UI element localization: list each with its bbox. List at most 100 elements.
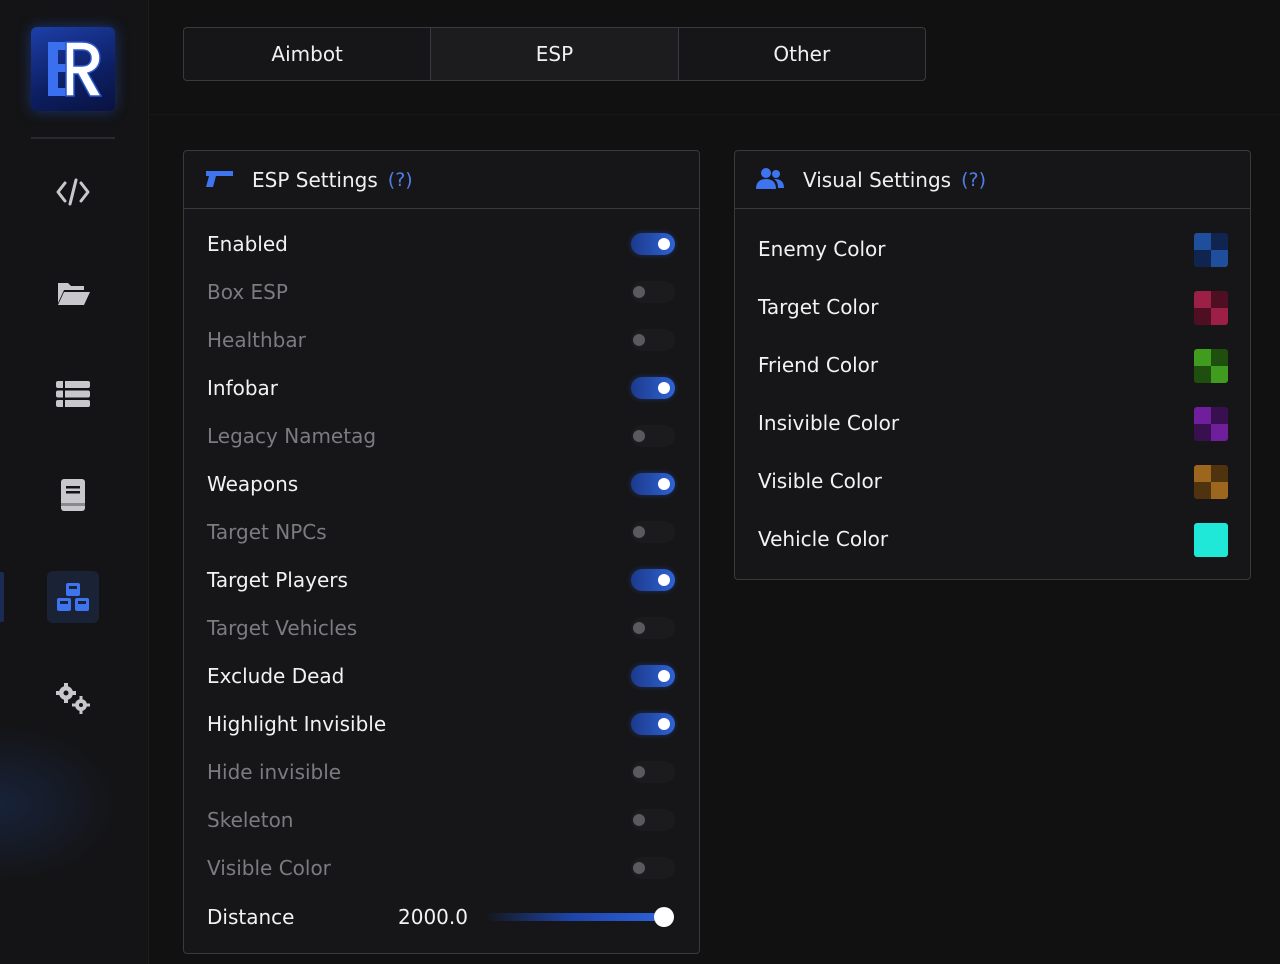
distance-slider-thumb[interactable] <box>654 907 674 927</box>
tab-aimbot[interactable]: Aimbot <box>184 28 432 80</box>
color-row-target-color: Target Color <box>735 278 1250 336</box>
toggle-knob <box>658 382 670 394</box>
esp-settings-header: ESP Settings (?) <box>184 151 699 209</box>
toggle-label: Target NPCs <box>207 520 327 544</box>
toggle-knob <box>633 526 645 538</box>
enabled-toggle[interactable] <box>631 233 675 255</box>
tab-esp[interactable]: ESP <box>431 28 679 80</box>
toggle-row-target-players: Target Players <box>184 556 699 604</box>
esp-settings-panel: ESP Settings (?) Enabled Box ESP Healthbar… <box>183 150 700 954</box>
weapons-toggle[interactable] <box>631 473 675 495</box>
exclude-dead-toggle[interactable] <box>631 665 675 687</box>
color-label: Friend Color <box>758 353 879 377</box>
toggle-row-skeleton: Skeleton <box>184 796 699 844</box>
insivible-color-swatch[interactable] <box>1194 407 1228 441</box>
color-label: Enemy Color <box>758 237 886 261</box>
toggle-label: Exclude Dead <box>207 664 345 688</box>
sidebar-item-cubes[interactable] <box>47 571 99 623</box>
list-icon <box>56 381 90 407</box>
tab-other[interactable]: Other <box>679 28 925 80</box>
toggle-label: Target Vehicles <box>207 616 358 640</box>
active-nav-indicator <box>0 572 4 622</box>
toggle-row-exclude-dead: Exclude Dead <box>184 652 699 700</box>
vehicle-color-swatch[interactable] <box>1194 523 1228 557</box>
toggle-label: Highlight Invisible <box>207 712 387 736</box>
enemy-color-swatch[interactable] <box>1194 233 1228 267</box>
visual-settings-header: Visual Settings (?) <box>735 151 1250 209</box>
folder-open-icon <box>58 283 90 305</box>
toggle-row-weapons: Weapons <box>184 460 699 508</box>
toggle-knob <box>658 478 670 490</box>
toggle-label: Box ESP <box>207 280 288 304</box>
toggle-row-enabled: Enabled <box>184 220 699 268</box>
toggle-row-visible-color: Visible Color <box>184 844 699 892</box>
highlight-invisible-toggle[interactable] <box>631 713 675 735</box>
sidebar-item-code[interactable] <box>47 166 99 218</box>
toggle-label: Legacy Nametag <box>207 424 377 448</box>
toggle-knob <box>658 718 670 730</box>
visible-color-swatch[interactable] <box>1194 465 1228 499</box>
toggle-row-healthbar: Healthbar <box>184 316 699 364</box>
hide-invisible-toggle[interactable] <box>631 761 675 783</box>
toggle-knob <box>633 430 645 442</box>
sidebar-item-files[interactable] <box>47 267 99 319</box>
legacy-nametag-toggle[interactable] <box>631 425 675 447</box>
healthbar-toggle[interactable] <box>631 329 675 351</box>
toggle-row-hide-invisible: Hide invisible <box>184 748 699 796</box>
target-vehicles-toggle[interactable] <box>631 617 675 639</box>
sidebar-item-list[interactable] <box>47 368 99 420</box>
toggle-knob <box>633 334 645 346</box>
visual-settings-title: Visual Settings <box>803 167 952 192</box>
toggle-knob <box>658 238 670 250</box>
visible-color-toggle[interactable] <box>631 857 675 879</box>
toggle-label: Healthbar <box>207 328 306 352</box>
code-icon <box>56 178 90 206</box>
friend-color-swatch[interactable] <box>1194 349 1228 383</box>
sidebar-glow <box>0 724 120 884</box>
toggle-label: Weapons <box>207 472 299 496</box>
distance-slider-track <box>488 913 674 921</box>
book-icon <box>61 479 85 511</box>
toggle-row-box-esp: Box ESP <box>184 268 699 316</box>
users-icon <box>756 168 784 189</box>
visual-settings-panel: Visual Settings (?) Enemy Color Target Co… <box>734 150 1251 580</box>
pistol-icon <box>206 171 233 187</box>
toggle-label: Hide invisible <box>207 760 342 784</box>
toggle-row-target-npcs: Target NPCs <box>184 508 699 556</box>
toggle-knob <box>633 766 645 778</box>
header-divider <box>149 114 1280 115</box>
color-label: Vehicle Color <box>758 527 889 551</box>
toggle-knob <box>658 670 670 682</box>
infobar-toggle[interactable] <box>631 377 675 399</box>
color-row-visible-color: Visible Color <box>735 452 1250 510</box>
distance-slider[interactable] <box>488 906 674 928</box>
visual-settings-help[interactable]: (?) <box>961 169 986 191</box>
target-color-swatch[interactable] <box>1194 291 1228 325</box>
sidebar-item-book[interactable] <box>47 469 99 521</box>
color-label: Target Color <box>758 295 879 319</box>
gears-icon <box>56 683 90 714</box>
app-logo <box>31 27 115 111</box>
color-row-vehicle-color: Vehicle Color <box>735 510 1250 568</box>
target-npcs-toggle[interactable] <box>631 521 675 543</box>
toggle-label: Target Players <box>207 568 348 592</box>
esp-settings-help[interactable]: (?) <box>388 169 413 191</box>
sidebar <box>0 0 149 964</box>
esp-settings-title: ESP Settings <box>252 167 378 192</box>
toggle-knob <box>633 286 645 298</box>
toggle-label: Skeleton <box>207 808 294 832</box>
sidebar-item-settings[interactable] <box>47 672 99 724</box>
skeleton-toggle[interactable] <box>631 809 675 831</box>
toggle-label: Enabled <box>207 232 288 256</box>
color-row-insivible-color: Insivible Color <box>735 394 1250 452</box>
color-row-friend-color: Friend Color <box>735 336 1250 394</box>
toggle-knob <box>633 862 645 874</box>
distance-value: 2000.0 <box>398 905 468 929</box>
toggle-knob <box>633 814 645 826</box>
logo-er-icon <box>48 41 103 97</box>
target-players-toggle[interactable] <box>631 569 675 591</box>
toggle-label: Visible Color <box>207 856 331 880</box>
toggle-knob <box>633 622 645 634</box>
toggle-row-infobar: Infobar <box>184 364 699 412</box>
box-esp-toggle[interactable] <box>631 281 675 303</box>
